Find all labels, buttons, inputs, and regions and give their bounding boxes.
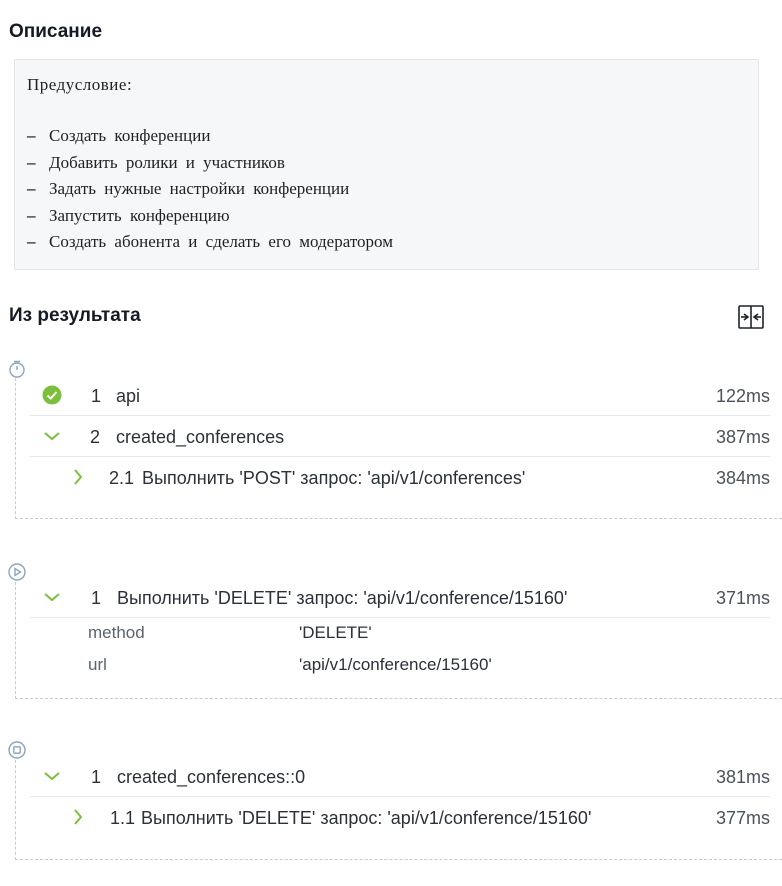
- param-key: url: [88, 655, 107, 674]
- passed-check-icon: [42, 385, 62, 405]
- list-item: – Создать конференции: [27, 126, 211, 145]
- stop-icon: [8, 741, 26, 759]
- description-title: Описание: [9, 21, 103, 42]
- step-name: api: [116, 386, 141, 406]
- step-number: 1: [91, 386, 102, 406]
- step-duration: 381ms: [715, 767, 770, 787]
- list-item: – Добавить ролики и участников: [27, 152, 285, 172]
- step-name: created_conferences: [116, 427, 285, 447]
- step-number: 2.1: [109, 468, 135, 488]
- param-row: url 'api/v1/conference/15160': [0, 655, 782, 677]
- chevron-down-icon[interactable]: [42, 426, 62, 446]
- step-row[interactable]: 2.1 Выполнить 'POST' запрос: 'api/v1/con…: [30, 457, 770, 498]
- step-number: 1: [91, 588, 102, 608]
- list-item: – Запустить конференцию: [27, 205, 230, 225]
- results-title: Из результата: [9, 305, 141, 326]
- step-name: Выполнить 'POST' запрос: 'api/v1/confere…: [142, 468, 526, 488]
- description-box: Предусловие: – Создать конференции – Добав…: [14, 59, 759, 270]
- split-compare-icon[interactable]: [738, 305, 764, 329]
- step-name: Выполнить 'DELETE' запрос: 'api/v1/confe…: [117, 588, 568, 608]
- step-row[interactable]: 1 api 122ms: [30, 375, 770, 416]
- param-value: 'DELETE': [299, 623, 372, 642]
- chevron-right-icon[interactable]: [68, 807, 88, 827]
- timer-icon: [8, 360, 26, 378]
- step-number: 2: [90, 427, 101, 447]
- step-row[interactable]: 1.1 Выполнить 'DELETE' запрос: 'api/v1/c…: [30, 797, 770, 838]
- step-row[interactable]: 1 Выполнить 'DELETE' запрос: 'api/v1/con…: [30, 577, 770, 618]
- param-key: method: [88, 623, 145, 642]
- precondition-list: – Создать конференции – Добавить ролики и …: [27, 126, 393, 259]
- chevron-right-icon[interactable]: [68, 467, 88, 487]
- step-number: 1: [91, 767, 102, 787]
- chevron-down-icon[interactable]: [42, 766, 62, 786]
- step-duration: 371ms: [715, 588, 770, 608]
- precondition-label: Предусловие:: [27, 75, 133, 94]
- play-icon: [8, 563, 26, 581]
- step-number: 1.1: [110, 808, 136, 828]
- list-item: – Задать нужные настройки конференции: [27, 179, 350, 198]
- step-row[interactable]: 2 created_conferences 387ms: [30, 416, 770, 457]
- step-name: Выполнить 'DELETE' запрос: 'api/v1/confe…: [141, 808, 592, 828]
- step-duration: 387ms: [715, 427, 770, 447]
- step-duration: 384ms: [715, 468, 770, 488]
- chevron-down-icon[interactable]: [42, 587, 62, 607]
- list-item: – Создать абонента и сделать его модерато…: [27, 232, 393, 251]
- step-duration: 122ms: [715, 386, 770, 406]
- param-row: method 'DELETE': [0, 623, 782, 645]
- step-duration: 377ms: [715, 808, 770, 828]
- step-row[interactable]: 1 created_conferences::0 381ms: [30, 756, 770, 797]
- param-value: 'api/v1/conference/15160': [299, 655, 492, 674]
- step-name: created_conferences::0: [117, 767, 306, 787]
